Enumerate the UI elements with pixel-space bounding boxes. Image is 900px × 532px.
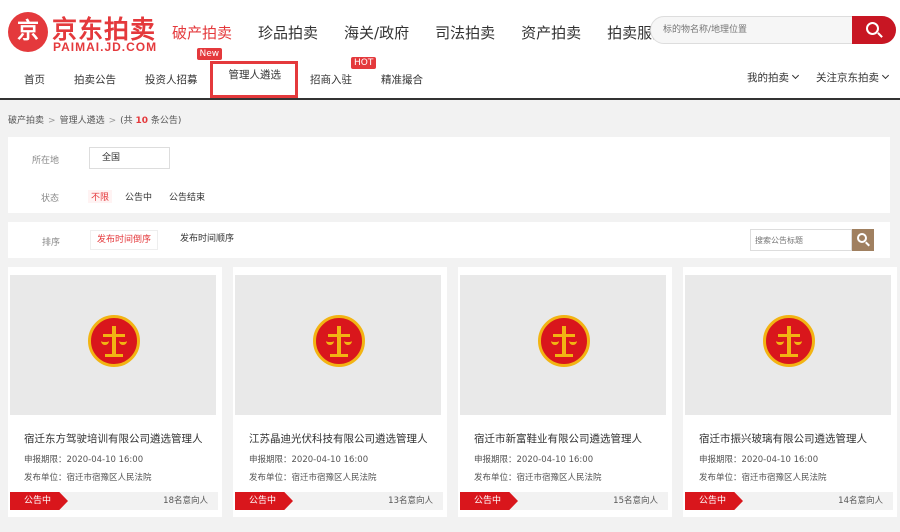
card-deadline: 申报期限：2020-04-10 16:00 xyxy=(24,455,144,465)
interested-count: 18名意向人 xyxy=(163,496,208,506)
interested-count: 13名意向人 xyxy=(388,496,433,506)
main-nav-customs[interactable]: 海关/政府 xyxy=(344,22,409,43)
sub-nav-merchant[interactable]: HOT 招商入驻 xyxy=(310,57,377,95)
card-publisher: 发布单位：宿迁市宿豫区人民法院 xyxy=(474,473,602,483)
card-image xyxy=(10,275,216,415)
main-nav-treasure[interactable]: 珍品拍卖 xyxy=(258,22,318,43)
status-badge: 公告中 xyxy=(685,492,743,510)
card-image xyxy=(460,275,666,415)
user-links: 我的拍卖 关注京东拍卖 xyxy=(729,70,890,85)
location-select[interactable]: 全国 xyxy=(89,147,170,169)
court-emblem-icon xyxy=(88,315,140,367)
sub-nav-announcements[interactable]: 拍卖公告 xyxy=(74,72,116,95)
location-label: 所在地 xyxy=(32,156,60,166)
card-footer: 公告中 15名意向人 xyxy=(460,492,668,510)
logo-subtitle: PAIMAI.JD.COM xyxy=(53,40,158,54)
court-emblem-icon xyxy=(538,315,590,367)
card-footer: 公告中 14名意向人 xyxy=(685,492,893,510)
sort-asc-option[interactable]: 发布时间顺序 xyxy=(174,230,240,250)
follow-link[interactable]: 关注京东拍卖 xyxy=(816,70,890,85)
court-emblem-icon xyxy=(763,315,815,367)
card-title[interactable]: 江苏晶迪光伏科技有限公司遴选管理人 xyxy=(249,431,428,446)
sort-bar: 排序 发布时间倒序 发布时间顺序 xyxy=(8,222,890,258)
status-option-all[interactable]: 不限 xyxy=(88,190,113,203)
announcement-search-input[interactable] xyxy=(750,229,852,251)
filter-panel: 所在地 全国 状态 不限 公告中 公告结束 xyxy=(8,137,890,213)
sub-nav-manager-selection[interactable]: New 管理人遴选 xyxy=(196,48,298,98)
interested-count: 15名意向人 xyxy=(613,496,658,506)
card-footer: 公告中 13名意向人 xyxy=(235,492,443,510)
main-nav-judicial[interactable]: 司法拍卖 xyxy=(435,22,495,43)
new-badge: New xyxy=(196,48,223,60)
status-badge: 公告中 xyxy=(10,492,68,510)
main-nav-bankruptcy[interactable]: 破产拍卖 xyxy=(172,22,232,43)
chevron-right-icon: > xyxy=(108,116,117,126)
card-image xyxy=(685,275,891,415)
sub-nav-merchant-label: 招商入驻 xyxy=(310,74,352,86)
announcement-card[interactable]: 江苏晶迪光伏科技有限公司遴选管理人 申报期限：2020-04-10 16:00 … xyxy=(233,267,447,517)
sort-desc-option[interactable]: 发布时间倒序 xyxy=(90,230,159,250)
card-title[interactable]: 宿迁东方驾驶培训有限公司遴选管理人 xyxy=(24,431,203,446)
sub-nav-manager-label: 管理人遴选 xyxy=(228,69,282,81)
breadcrumb-root[interactable]: 破产拍卖 xyxy=(8,116,44,126)
header: 京 京东拍卖 PAIMAI.JD.COM 破产拍卖 珍品拍卖 海关/政府 司法拍… xyxy=(0,0,900,100)
announcement-card[interactable]: 宿迁市振兴玻璃有限公司遴选管理人 申报期限：2020-04-10 16:00 发… xyxy=(683,267,897,517)
logo-icon: 京 xyxy=(8,12,48,52)
announcement-card[interactable]: 宿迁东方驾驶培训有限公司遴选管理人 申报期限：2020-04-10 16:00 … xyxy=(8,267,222,517)
card-title[interactable]: 宿迁市振兴玻璃有限公司遴选管理人 xyxy=(699,431,867,446)
card-footer: 公告中 18名意向人 xyxy=(10,492,218,510)
status-label: 状态 xyxy=(41,194,60,204)
sort-label: 排序 xyxy=(42,238,61,248)
card-publisher: 发布单位：宿迁市宿豫区人民法院 xyxy=(24,473,152,483)
status-badge: 公告中 xyxy=(235,492,293,510)
my-auction-link[interactable]: 我的拍卖 xyxy=(747,70,800,85)
breadcrumb-current: 管理人遴选 xyxy=(59,116,105,126)
status-option-active[interactable]: 公告中 xyxy=(125,190,152,203)
search-input[interactable] xyxy=(663,17,843,43)
card-title[interactable]: 宿迁市新富鞋业有限公司遴选管理人 xyxy=(474,431,642,446)
sub-nav-investor[interactable]: 投资人招募 xyxy=(145,72,198,95)
card-deadline: 申报期限：2020-04-10 16:00 xyxy=(249,455,369,465)
card-deadline: 申报期限：2020-04-10 16:00 xyxy=(699,455,819,465)
breadcrumb: 破产拍卖 > 管理人遴选 > (共 10 条公告) xyxy=(8,116,182,126)
sub-nav-home[interactable]: 首页 xyxy=(24,72,45,95)
result-count: 10 xyxy=(135,116,149,126)
search-button[interactable] xyxy=(852,16,896,44)
jd-paimai-logo[interactable]: 京 京东拍卖 PAIMAI.JD.COM xyxy=(8,10,158,56)
status-option-ended[interactable]: 公告结束 xyxy=(169,190,205,203)
chevron-right-icon: > xyxy=(48,116,56,126)
card-image xyxy=(235,275,441,415)
sub-nav: 首页 拍卖公告 投资人招募 New 管理人遴选 HOT 招商入驻 精准撮合 xyxy=(24,48,452,98)
chevron-down-icon xyxy=(791,71,800,80)
main-nav: 破产拍卖 珍品拍卖 海关/政府 司法拍卖 资产拍卖 拍卖服务 xyxy=(172,22,693,43)
court-emblem-icon xyxy=(313,315,365,367)
header-search xyxy=(650,16,896,44)
card-deadline: 申报期限：2020-04-10 16:00 xyxy=(474,455,594,465)
card-publisher: 发布单位：宿迁市宿豫区人民法院 xyxy=(699,473,827,483)
card-publisher: 发布单位：宿迁市宿豫区人民法院 xyxy=(249,473,377,483)
interested-count: 14名意向人 xyxy=(838,496,883,506)
announcement-search-button[interactable] xyxy=(852,229,874,251)
status-badge: 公告中 xyxy=(460,492,518,510)
main-nav-asset[interactable]: 资产拍卖 xyxy=(521,22,581,43)
announcement-card[interactable]: 宿迁市新富鞋业有限公司遴选管理人 申报期限：2020-04-10 16:00 发… xyxy=(458,267,672,517)
sub-nav-matching[interactable]: 精准撮合 xyxy=(381,72,423,95)
hot-badge: HOT xyxy=(351,57,377,69)
chevron-down-icon xyxy=(881,71,890,80)
